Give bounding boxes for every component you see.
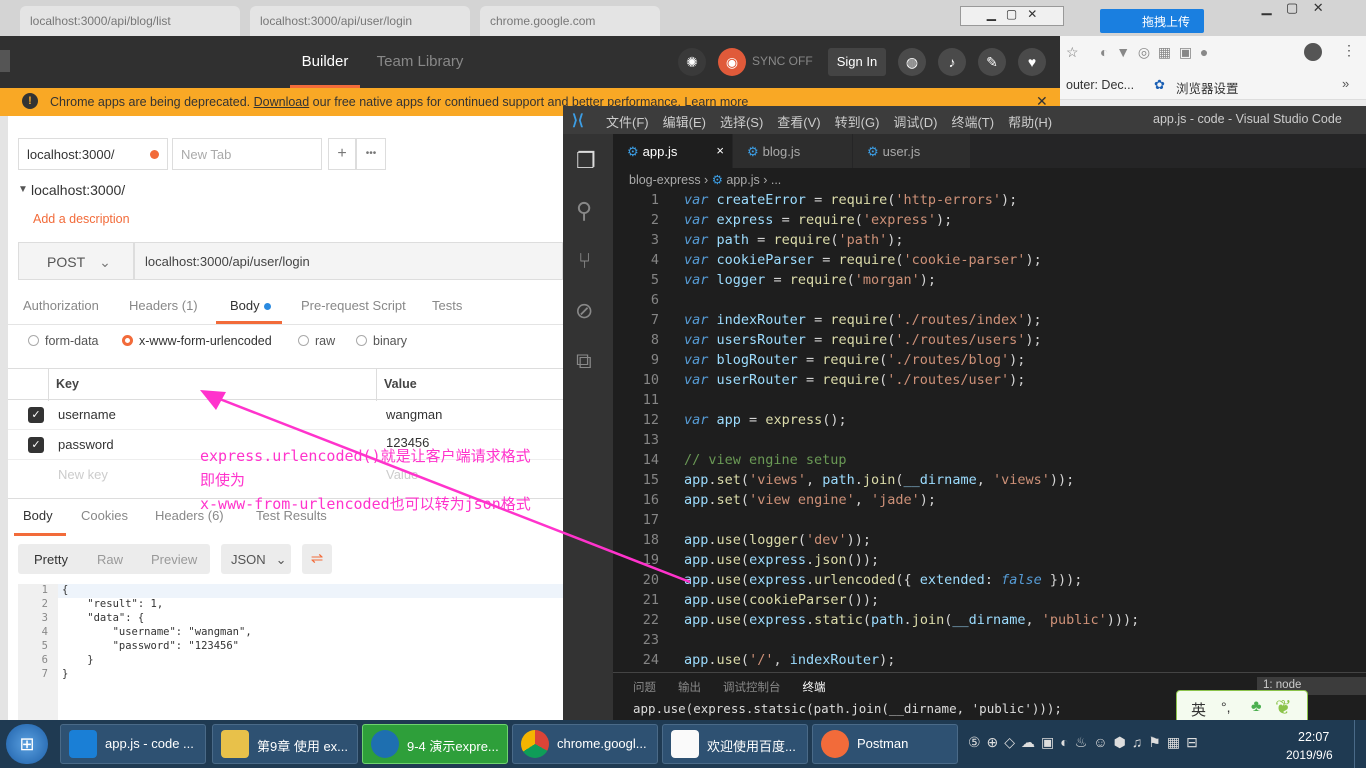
annotation-arrow <box>200 390 691 584</box>
taskbar-label: chrome.googl... <box>557 736 647 751</box>
taskbar-label: 9-4 演示expre... <box>407 739 499 754</box>
annotation-line: 即使为 <box>200 471 246 489</box>
show-desktop-button[interactable] <box>1354 720 1366 768</box>
document-icon <box>671 730 699 758</box>
taskbar-label: Postman <box>857 736 909 751</box>
taskbar-label: 第9章 使用 ex... <box>257 739 349 754</box>
clock-date[interactable]: 2019/9/6 <box>1286 748 1333 762</box>
taskbar-label: app.js - code ... <box>105 736 194 751</box>
start-button[interactable]: ⊞ <box>6 724 48 764</box>
system-tray-icons[interactable]: ⑤⊕◇☁▣◐♨☺⬢♫⚑▦⊟ <box>968 734 1204 751</box>
ime-punctuation[interactable]: °, <box>1221 699 1231 715</box>
leaf-icon: ❦ <box>1275 697 1292 719</box>
clock-time[interactable]: 22:07 <box>1298 730 1329 744</box>
taskbar: ⊞ app.js - code ... 第9章 使用 ex... 9-4 演示e… <box>0 720 1366 768</box>
taskbar-item-folder[interactable]: 第9章 使用 ex... <box>212 724 358 764</box>
taskbar-item-chrome[interactable]: chrome.googl... <box>512 724 658 764</box>
shirt-icon[interactable]: ♣ <box>1251 698 1262 716</box>
taskbar-item-player[interactable]: 9-4 演示expre... <box>362 724 508 764</box>
ime-language[interactable]: 英 <box>1191 699 1206 720</box>
vscode-icon <box>69 730 97 758</box>
taskbar-item-postman[interactable]: Postman <box>812 724 958 764</box>
taskbar-item-vscode[interactable]: app.js - code ... <box>60 724 206 764</box>
folder-icon <box>221 730 249 758</box>
annotation-line: x-www-from-urlencoded也可以转为json格式 <box>200 495 531 513</box>
taskbar-label: 欢迎使用百度... <box>707 739 796 754</box>
annotation-line: express.urlencoded()就是让客户端请求格式 <box>200 447 531 465</box>
postman-icon <box>821 730 849 758</box>
taskbar-item-document[interactable]: 欢迎使用百度... <box>662 724 808 764</box>
chrome-icon <box>521 730 549 758</box>
player-icon <box>371 730 399 758</box>
annotation-text: express.urlencoded()就是让客户端请求格式 即使为 x-www… <box>200 444 531 516</box>
